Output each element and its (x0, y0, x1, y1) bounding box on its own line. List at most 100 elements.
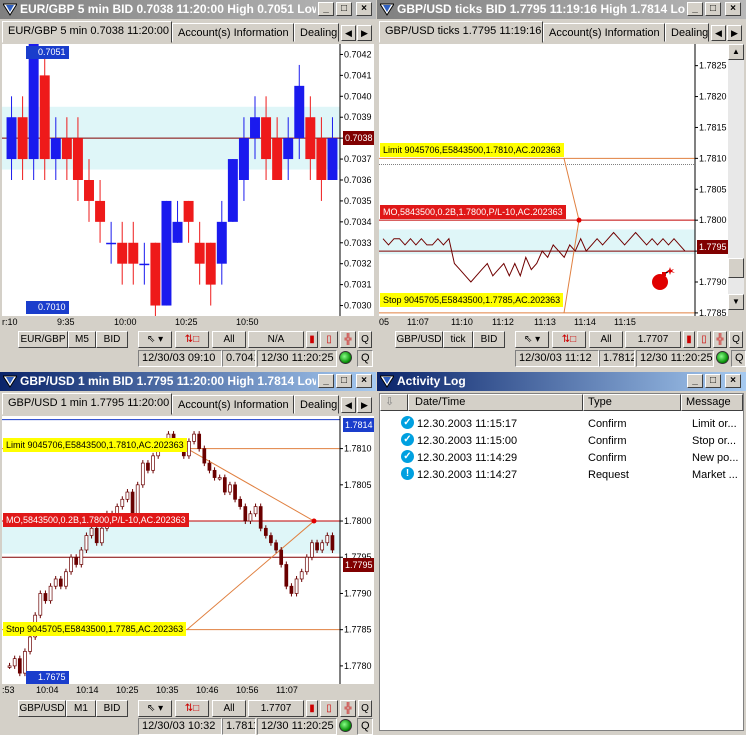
q-button[interactable]: Q (358, 331, 372, 348)
candle-body (146, 462, 150, 471)
minimize-icon[interactable]: _ (687, 374, 703, 388)
limit-order-label[interactable]: Limit 9045706,E5843500,1.7810,AC.202363 (3, 438, 187, 452)
tab-chart[interactable]: GBP/USD 1 min 1.7795 11:20:00 (2, 393, 172, 415)
tab-dealing[interactable]: Dealing (294, 23, 339, 42)
chart-type-icon[interactable]: ▯ (320, 331, 338, 348)
close-icon[interactable]: × (725, 2, 741, 16)
column-header-type[interactable]: Type (583, 394, 681, 411)
order-tool-icon[interactable]: ⇅□ (175, 331, 209, 348)
minimize-icon[interactable]: _ (318, 2, 334, 16)
all-button[interactable]: All (212, 700, 246, 717)
symbol-button[interactable]: GBP/USD (18, 700, 66, 717)
time-tick: 05 (379, 317, 390, 327)
symbol-button[interactable]: EUR/GBP (18, 331, 68, 348)
chart-tabs: GBP/USD ticks 1.7795 11:19:16 Account(s)… (377, 21, 746, 43)
tab-chart[interactable]: EUR/GBP 5 min 0.7038 11:20:00 (2, 21, 172, 43)
candle-body (315, 542, 319, 551)
grid-tool-icon[interactable]: ╬ (340, 700, 356, 717)
window-titlebar[interactable]: EUR/GBP 5 min BID 0.7038 11:20:00 High 0… (0, 0, 376, 19)
window-titlebar[interactable]: GBP/USD 1 min BID 1.7795 11:20:00 High 1… (0, 372, 376, 391)
market-order-label[interactable]: MO,5843500,0.2B,1.7800,P/L-10,AC.202363 (380, 205, 566, 219)
log-row[interactable]: ! 12.30.2003 11:14:27 Request Market ... (382, 467, 741, 484)
time-tick: 10:14 (76, 685, 99, 695)
all-button[interactable]: All (589, 331, 623, 348)
close-icon[interactable]: × (725, 374, 741, 388)
scroll-up-icon[interactable]: ▲ (728, 44, 744, 60)
time-tick: 11:07 (276, 685, 298, 695)
cursor-tool-icon[interactable]: ⇖ ▾ (138, 700, 172, 717)
symbol-button[interactable]: GBP/USD (395, 331, 443, 348)
tab-chart[interactable]: GBP/USD ticks 1.7795 11:19:16 (379, 21, 543, 43)
candle-body (79, 549, 84, 565)
price-tick-label: 1.7825 (699, 61, 727, 71)
value-button[interactable]: N/A (248, 331, 304, 348)
period-button[interactable]: M5 (68, 331, 96, 348)
log-row[interactable]: ✓ 12.30.2003 11:15:17 Confirm Limit or..… (382, 416, 741, 433)
log-row[interactable]: ✓ 12.30.2003 11:15:00 Confirm Stop or... (382, 433, 741, 450)
tab-scroll-right-icon[interactable]: ▶ (357, 25, 372, 41)
limit-order-label[interactable]: Limit 9045706,E5843500,1.7810,AC.202363 (380, 143, 564, 157)
minimize-icon[interactable]: _ (318, 374, 334, 388)
buy-tool-icon[interactable]: ▮ (683, 331, 695, 348)
maximize-icon[interactable]: □ (336, 374, 352, 388)
close-icon[interactable]: × (356, 374, 372, 388)
side-button[interactable]: BID (473, 331, 505, 348)
stop-order-label[interactable]: Stop 9045705,E5843500,1.7785,AC.202363 (380, 293, 564, 307)
scroll-down-icon[interactable]: ▼ (728, 294, 744, 310)
maximize-icon[interactable]: □ (705, 374, 721, 388)
price-tick-label: 0.7042 (344, 49, 372, 59)
value-button[interactable]: 1.7707 (248, 700, 304, 717)
chart-type-icon[interactable]: ▯ (320, 700, 338, 717)
eurgbp-chart[interactable]: 0.7042 0.7041 0.7040 0.7039 0.7038 0.7037 0.70… (2, 44, 374, 316)
gbpusd-1min-chart[interactable]: 1.7810 1.7805 1.7800 1.7795 1.7790 1.7785 1.77… (2, 416, 374, 684)
tab-accounts[interactable]: Account(s) Information (172, 395, 294, 414)
period-button[interactable]: tick (443, 331, 473, 348)
column-header-datetime[interactable]: Date/Time (408, 394, 583, 411)
current-price-tag: 1.7795 (343, 558, 374, 572)
market-order-label[interactable]: MO,5843500,0.2B,1.7800,P/L-10,AC.202363 (3, 513, 189, 527)
tab-scroll-right-icon[interactable]: ▶ (727, 25, 742, 41)
tab-accounts[interactable]: Account(s) Information (543, 23, 665, 42)
buy-tool-icon[interactable]: ▮ (306, 700, 318, 717)
grid-tool-icon[interactable]: ╬ (713, 331, 727, 348)
tab-dealing[interactable]: Dealing (294, 395, 339, 414)
tab-scroll-left-icon[interactable]: ◀ (341, 25, 356, 41)
log-type: Request (588, 469, 629, 481)
cursor-tool-icon[interactable]: ⇖ ▾ (138, 331, 172, 348)
stop-order-label[interactable]: Stop 9045705,E5843500,1.7785,AC.202363 (3, 622, 187, 636)
window-titlebar[interactable]: Activity Log _ □ × (377, 372, 746, 391)
tab-scroll-left-icon[interactable]: ◀ (341, 397, 356, 413)
cursor-tool-icon[interactable]: ⇖ ▾ (515, 331, 549, 348)
maximize-icon[interactable]: □ (705, 2, 721, 16)
tab-dealing[interactable]: Dealing (665, 23, 709, 42)
order-tool-icon[interactable]: ⇅□ (175, 700, 209, 717)
candle-body (222, 477, 227, 493)
all-button[interactable]: All (212, 331, 246, 348)
period-button[interactable]: M1 (66, 700, 96, 717)
price-scrollbar[interactable]: ▲ ▼ (728, 44, 744, 310)
value-button[interactable]: 1.7707 (625, 331, 681, 348)
tab-scroll-right-icon[interactable]: ▶ (357, 397, 372, 413)
minimize-icon[interactable]: _ (687, 2, 703, 16)
order-tool-icon[interactable]: ⇅□ (552, 331, 586, 348)
order-marker (576, 217, 582, 223)
window-titlebar[interactable]: GBP/USD ticks BID 1.7795 11:19:16 High 1… (377, 0, 746, 19)
column-header-message[interactable]: Message (681, 394, 743, 411)
time-tick: 10:35 (156, 685, 179, 695)
maximize-icon[interactable]: □ (336, 2, 352, 16)
scroll-thumb[interactable] (728, 258, 744, 278)
log-row[interactable]: ✓ 12.30.2003 11:14:29 Confirm New po... (382, 450, 741, 467)
side-button[interactable]: BID (96, 331, 128, 348)
q-button[interactable]: Q (358, 700, 372, 717)
tab-scroll-left-icon[interactable]: ◀ (711, 25, 726, 41)
status-bar: 12/30/03 10:32 1.7811 12/30 11:20:25 Q (0, 717, 376, 735)
chart-type-icon[interactable]: ▯ (697, 331, 711, 348)
q-button[interactable]: Q (729, 331, 743, 348)
buy-tool-icon[interactable]: ▮ (306, 331, 318, 348)
side-button[interactable]: BID (96, 700, 128, 717)
grid-tool-icon[interactable]: ╬ (340, 331, 356, 348)
sort-column-header[interactable]: ⇩ (380, 394, 408, 411)
tab-accounts[interactable]: Account(s) Information (172, 23, 294, 42)
close-icon[interactable]: × (356, 2, 372, 16)
gbpusd-ticks-chart[interactable]: 1.7825 1.7820 1.7815 1.7810 1.7805 1.7800 1.77… (379, 44, 728, 316)
